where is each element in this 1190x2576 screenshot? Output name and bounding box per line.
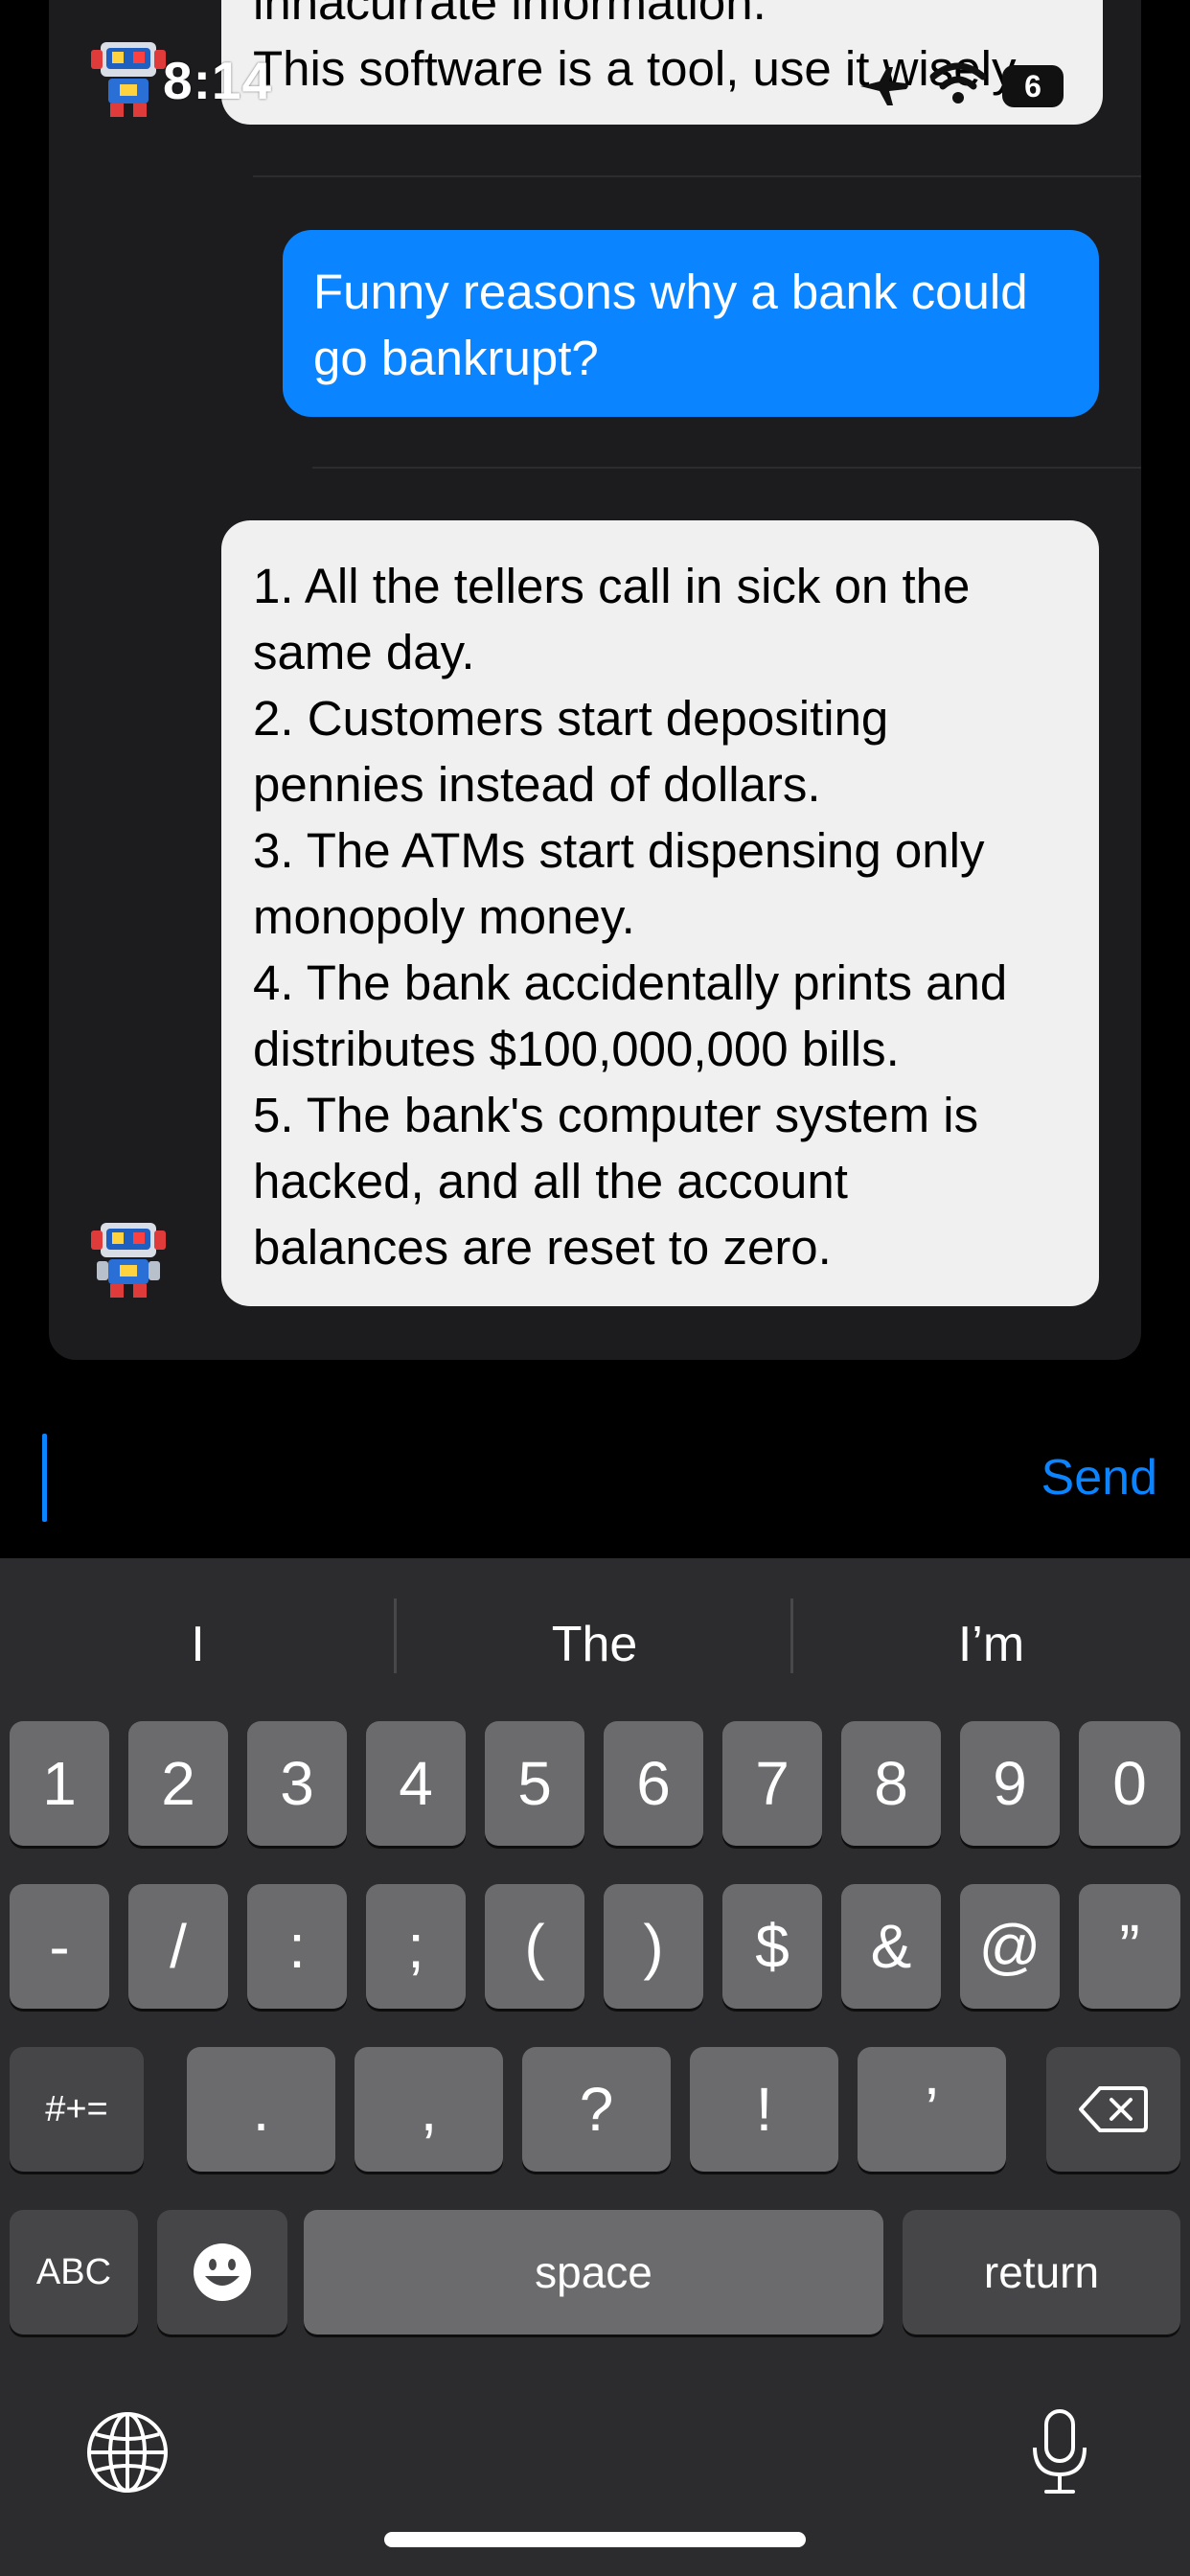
reply-line: distributes $100,000,000 bills. [253, 1022, 900, 1076]
key-label: space [535, 2247, 652, 2297]
suggestion-1[interactable]: I [0, 1616, 396, 1673]
key-label: . [252, 2075, 270, 2144]
airplane-mode-icon [860, 67, 908, 105]
suggestion-3[interactable]: I’m [793, 1616, 1189, 1673]
suggestion-2[interactable]: The [397, 1616, 792, 1673]
reply-line: 4. The bank accidentally prints and [253, 955, 1008, 1010]
reply-line: balances are reset to zero. [253, 1220, 832, 1275]
reply-line: 3. The ATMs start dispensing only [253, 823, 985, 878]
key-label: ! [755, 2075, 773, 2144]
battery-icon: 6 [1002, 65, 1064, 107]
key-ampersand[interactable]: & [841, 1884, 941, 2009]
message-divider [253, 175, 1141, 177]
backspace-icon [1079, 2086, 1148, 2132]
keyboard: I The I’m 1 2 3 4 5 6 7 8 9 0 - / : ; ( … [0, 1558, 1190, 2576]
key-7[interactable]: 7 [722, 1721, 822, 1846]
key-label: : [288, 1912, 306, 1981]
key-label: 9 [993, 1749, 1027, 1818]
key-label: 1 [42, 1749, 77, 1818]
bot-avatar-icon [91, 42, 166, 117]
key-8[interactable]: 8 [841, 1721, 941, 1846]
space-key[interactable]: space [304, 2210, 883, 2334]
key-period[interactable]: . [187, 2047, 335, 2172]
key-label: 0 [1112, 1749, 1147, 1818]
backspace-key[interactable] [1046, 2047, 1180, 2172]
key-hyphen[interactable]: - [10, 1884, 109, 2009]
reply-line: hacked, and all the account [253, 1154, 848, 1208]
key-label: 2 [161, 1749, 195, 1818]
key-dollar[interactable]: $ [722, 1884, 822, 2009]
key-2[interactable]: 2 [128, 1721, 228, 1846]
key-label: ) [643, 1912, 664, 1981]
key-1[interactable]: 1 [10, 1721, 109, 1846]
symbols-toggle-key[interactable]: #+= [10, 2047, 144, 2172]
key-label: 4 [399, 1749, 433, 1818]
key-at[interactable]: @ [960, 1884, 1060, 2009]
bot-avatar-icon [91, 1223, 166, 1298]
key-5[interactable]: 5 [485, 1721, 584, 1846]
key-label: @ [978, 1912, 1041, 1981]
abc-toggle-key[interactable]: ABC [10, 2210, 138, 2334]
key-slash[interactable]: / [128, 1884, 228, 2009]
key-close-paren[interactable]: ) [604, 1884, 703, 2009]
message-input[interactable] [42, 1434, 47, 1522]
message-line: innacurrate information. [253, 0, 767, 30]
key-label: 7 [755, 1749, 790, 1818]
emoji-key[interactable] [157, 2210, 287, 2334]
key-label: ’ [925, 2075, 939, 2144]
chat-panel[interactable]: innacurrate information. This software i… [49, 0, 1141, 1360]
reply-line: same day. [253, 625, 475, 679]
key-quote[interactable]: ” [1079, 1884, 1180, 2009]
globe-icon[interactable] [86, 2411, 169, 2494]
key-3[interactable]: 3 [247, 1721, 347, 1846]
key-label: & [870, 1912, 912, 1981]
key-open-paren[interactable]: ( [485, 1884, 584, 2009]
battery-level: 6 [1024, 68, 1041, 104]
reply-line: monopoly money. [253, 889, 635, 944]
key-4[interactable]: 4 [366, 1721, 466, 1846]
key-exclamation[interactable]: ! [690, 2047, 838, 2172]
key-label: 5 [517, 1749, 552, 1818]
message-divider [312, 467, 1141, 469]
key-label: ABC [35, 2251, 112, 2292]
key-label: ( [524, 1912, 545, 1981]
bot-message-reply: 1. All the tellers call in sick on the s… [221, 520, 1099, 1306]
key-label: #+= [45, 2088, 108, 2129]
return-key[interactable]: return [903, 2210, 1180, 2334]
key-question[interactable]: ? [522, 2047, 671, 2172]
key-label: 8 [874, 1749, 908, 1818]
key-label: - [49, 1912, 70, 1981]
home-indicator[interactable] [384, 2532, 806, 2547]
key-colon[interactable]: : [247, 1884, 347, 2009]
key-label: $ [755, 1912, 790, 1981]
reply-line: 1. All the tellers call in sick on the [253, 559, 971, 613]
reply-line: 5. The bank's computer system is [253, 1088, 979, 1142]
key-label: , [420, 2075, 438, 2144]
key-label: 6 [636, 1749, 671, 1818]
reply-line: pennies instead of dollars. [253, 757, 821, 812]
key-label: ” [1119, 1912, 1140, 1981]
key-label: ; [407, 1912, 424, 1981]
key-9[interactable]: 9 [960, 1721, 1060, 1846]
user-message: Funny reasons why a bank could go bankru… [283, 230, 1099, 417]
send-button[interactable]: Send [1041, 1449, 1157, 1506]
reply-line: 2. Customers start depositing [253, 691, 889, 746]
microphone-icon[interactable] [1029, 2407, 1090, 2496]
key-semicolon[interactable]: ; [366, 1884, 466, 2009]
wifi-icon [929, 62, 987, 104]
key-apostrophe[interactable]: ’ [858, 2047, 1006, 2172]
key-label: return [983, 2247, 1100, 2297]
key-0[interactable]: 0 [1079, 1721, 1180, 1846]
emoji-icon [194, 2243, 251, 2301]
status-time: 8:14 [163, 51, 273, 110]
key-label: 3 [280, 1749, 314, 1818]
key-comma[interactable]: , [355, 2047, 503, 2172]
key-label: / [170, 1912, 187, 1981]
key-label: ? [579, 2075, 614, 2144]
key-6[interactable]: 6 [604, 1721, 703, 1846]
